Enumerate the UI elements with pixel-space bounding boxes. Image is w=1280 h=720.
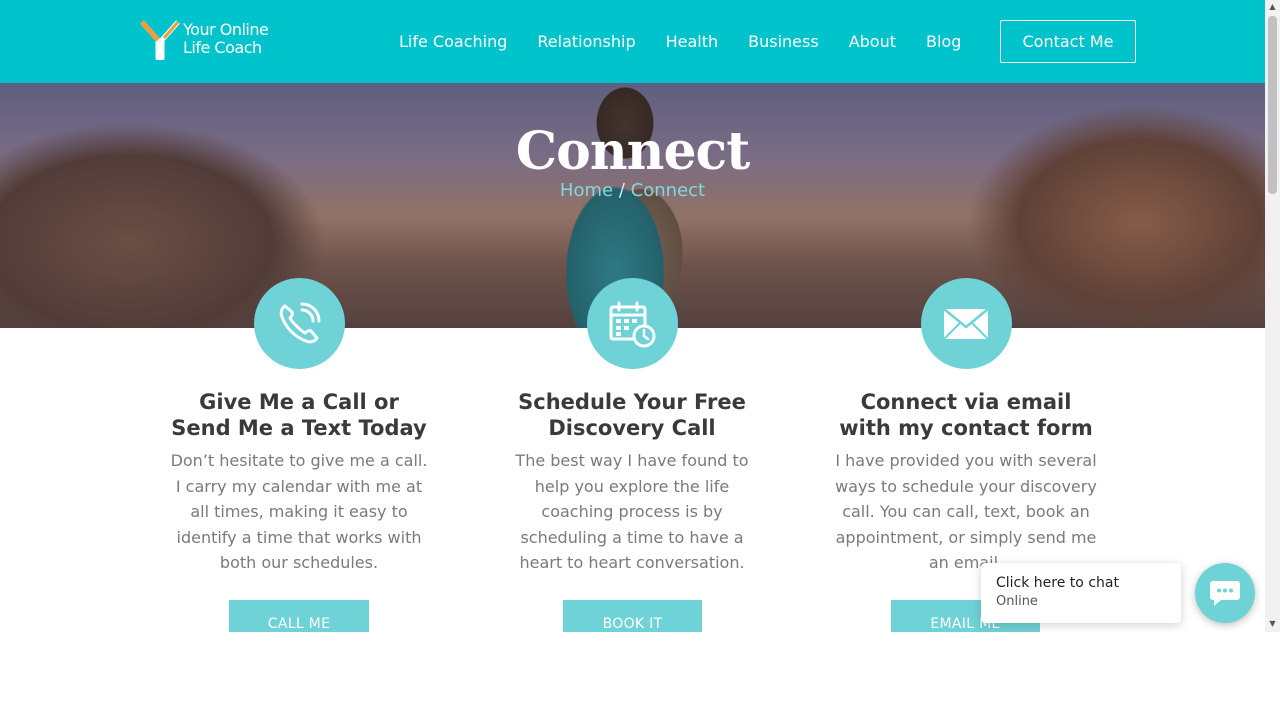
page-title: Connect (515, 121, 750, 182)
call-icon-circle (253, 278, 345, 369)
schedule-title: Schedule Your Free Discovery Call (518, 390, 746, 440)
site-logo[interactable]: Your Online Life Coach (140, 17, 285, 61)
contact-me-button[interactable]: Contact Me (1000, 20, 1136, 63)
chat-prompt-title: Click here to chat (996, 575, 1119, 591)
page-scrollbar[interactable]: ▲ ▼ (1265, 0, 1280, 632)
page-bottom-blank (0, 632, 1280, 720)
breadcrumb: Home / Connect (0, 180, 1265, 201)
calendar-clock-icon (609, 301, 656, 347)
call-title: Give Me a Call or Send Me a Text Today (171, 390, 427, 440)
phone-icon (279, 302, 321, 343)
nav-blog[interactable]: Blog (911, 32, 976, 51)
email-title: Connect via email with my contact form (839, 390, 1093, 440)
chat-launcher-button[interactable] (1195, 563, 1255, 623)
contact-option-schedule: Schedule Your Free Discovery Call The be… (492, 278, 772, 633)
contact-option-call: Give Me a Call or Send Me a Text Today D… (159, 278, 439, 633)
schedule-icon-circle (586, 278, 678, 369)
contact-option-email: Connect via email with my contact form I… (826, 278, 1106, 633)
nav-about[interactable]: About (834, 32, 911, 51)
chat-icon (1210, 581, 1240, 606)
scroll-thumb[interactable] (1268, 16, 1277, 194)
chat-prompt-bubble[interactable]: Click here to chat Online (981, 563, 1181, 623)
site-header: Your Online Life Coach Life Coaching Rel… (0, 0, 1265, 83)
chat-status: Online (996, 594, 1038, 609)
nav-health[interactable]: Health (651, 32, 734, 51)
logo-line-2: Life Coach (183, 38, 262, 57)
schedule-description: The best way I have found to help you ex… (515, 451, 749, 572)
scroll-up-icon[interactable]: ▲ (1268, 3, 1277, 11)
breadcrumb-home-link[interactable]: Home (560, 180, 613, 201)
nav-relationship[interactable]: Relationship (522, 32, 650, 51)
logo-line-1: Your Online (183, 20, 269, 39)
envelope-icon (943, 307, 989, 340)
call-description: Don’t hesitate to give me a call. I carr… (170, 451, 428, 572)
call-me-button[interactable]: CALL ME (229, 600, 369, 633)
scroll-down-icon[interactable]: ▼ (1268, 620, 1277, 628)
nav-business[interactable]: Business (733, 32, 834, 51)
breadcrumb-separator: / (618, 180, 625, 201)
nav-life-coaching[interactable]: Life Coaching (384, 32, 522, 51)
main-nav: Life Coaching Relationship Health Busine… (384, 0, 976, 83)
logo-text: Your Online Life Coach (183, 20, 269, 57)
breadcrumb-current: Connect (630, 180, 706, 201)
book-it-button[interactable]: BOOK IT (563, 600, 702, 633)
email-icon-circle (920, 278, 1012, 369)
email-description: I have provided you with several ways to… (835, 451, 1097, 572)
logo-y-icon (140, 20, 180, 60)
